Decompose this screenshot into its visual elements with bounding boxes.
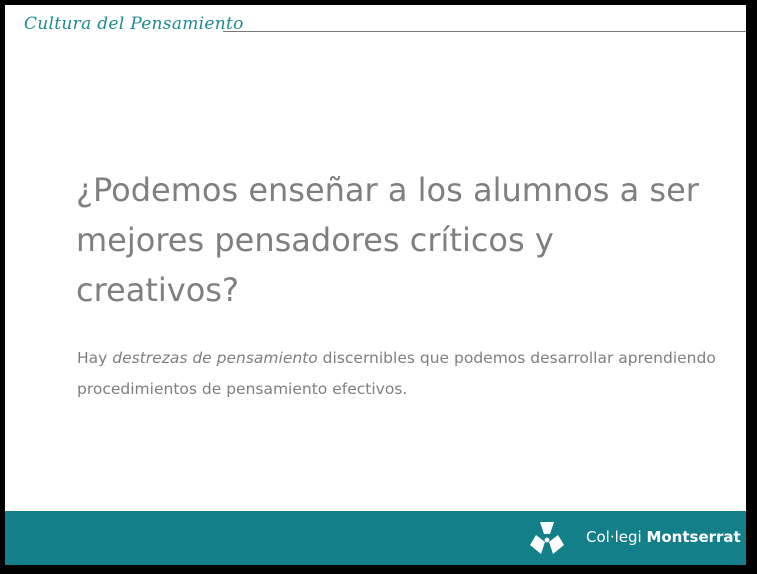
- footer-school-name: Col·legi Montserrat: [586, 528, 741, 546]
- slide-frame: Cultura del Pensamiento ¿Podemos enseñar…: [0, 0, 757, 574]
- slide: Cultura del Pensamiento ¿Podemos enseñar…: [5, 5, 746, 565]
- slide-heading: ¿Podemos enseñar a los alumnos a ser mej…: [76, 171, 699, 309]
- header-rule: [223, 31, 746, 32]
- header-title: Cultura del Pensamiento: [24, 14, 244, 34]
- body-text-prefix: Hay: [77, 349, 113, 367]
- body-text-emphasis: destrezas de pensamiento: [112, 349, 318, 367]
- footer-band: Col·legi Montserrat: [5, 511, 746, 565]
- footer-school-main: Montserrat: [646, 528, 741, 546]
- footer-school-prefix: Col·legi: [586, 528, 647, 546]
- montserrat-logo-icon: [530, 522, 564, 554]
- slide-body: Hay destrezas de pensamiento discernible…: [77, 343, 717, 405]
